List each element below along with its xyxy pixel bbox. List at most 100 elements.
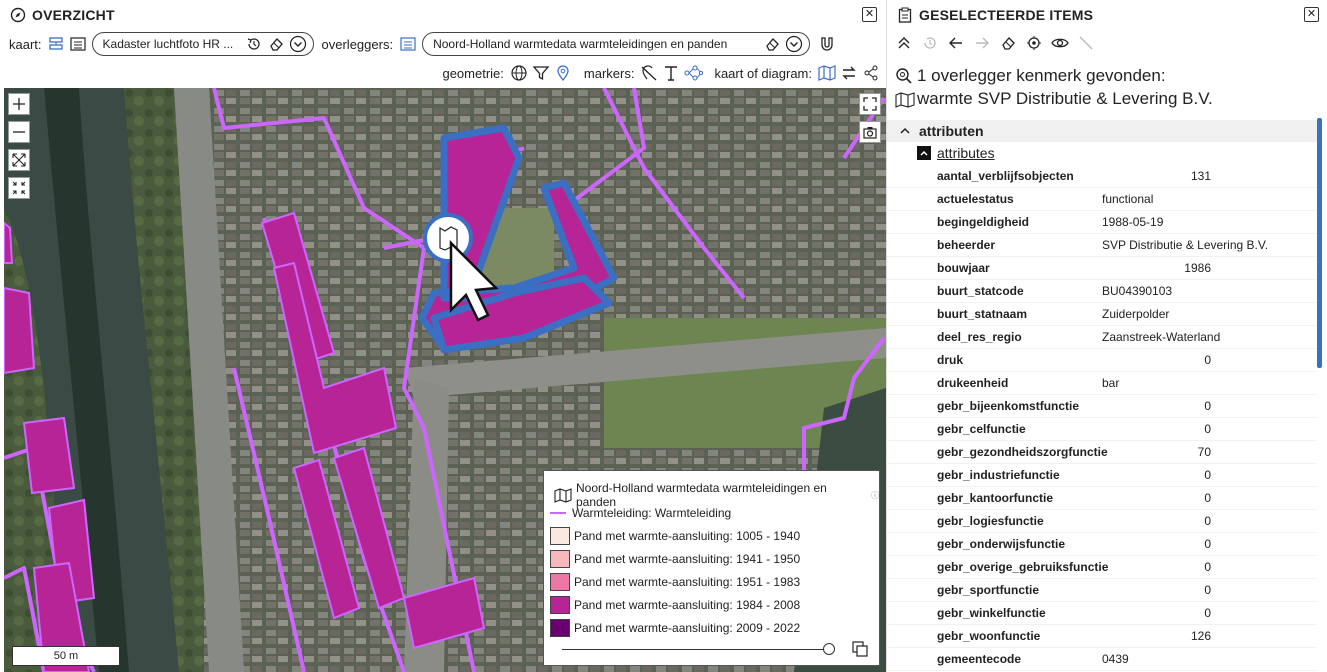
attribute-key: gebr_overige_gebruiksfunctie [937, 560, 1109, 574]
attribute-key: drukeenheid [937, 376, 1009, 390]
attribute-row: gebr_sportfunctie 0 [887, 579, 1317, 602]
zoom-out-button[interactable] [8, 121, 30, 143]
selection-eraser-icon[interactable] [997, 32, 1019, 54]
legend-swatch [550, 619, 570, 637]
attributes-link[interactable]: attributes [937, 145, 995, 161]
attribute-value: functional [1102, 192, 1154, 206]
attribute-value: BU04390103 [1102, 284, 1173, 298]
history-icon[interactable] [243, 33, 265, 55]
share-icon[interactable] [860, 62, 882, 84]
attribute-value: 0 [1204, 537, 1211, 551]
attribute-key: gebr_sportfunctie [937, 583, 1040, 597]
attribute-row: gebr_celfunctie 0 [887, 418, 1317, 441]
attribute-row: gebr_winkelfunctie 0 [887, 602, 1317, 625]
overlay-list-icon[interactable] [397, 33, 419, 55]
overlay-select[interactable]: Noord-Holland warmtedata warmteleidingen… [422, 32, 811, 56]
map-toolbar: kaart: Kadaster luchtfoto HR ... overleg… [0, 30, 886, 58]
attribute-key: deel_res_regio [937, 330, 1022, 344]
legend-line-label: Warmteleiding: Warmteleiding [572, 506, 732, 520]
magnet-icon[interactable] [816, 33, 838, 55]
close-selected-button[interactable]: ✕ [1304, 7, 1319, 22]
close-overview-button[interactable]: ✕ [862, 7, 877, 22]
attribute-row: beheerder SVP Distributie & Levering B.V. [887, 234, 1317, 257]
attribute-value: bar [1102, 376, 1120, 390]
attribute-row: gebr_logiesfunctie 0 [887, 510, 1317, 533]
attribute-value: 126 [1190, 629, 1211, 643]
copy-icon[interactable] [852, 641, 868, 660]
fullscreen-button[interactable] [859, 93, 881, 115]
selected-items-panel: GESELECTEERDE ITEMS ✕ 1 overlegger kenme… [886, 0, 1327, 672]
list-icon[interactable] [67, 33, 89, 55]
layers-icon[interactable] [45, 33, 67, 55]
zoom-in-button[interactable] [8, 93, 30, 115]
zoom-extent-button[interactable] [8, 149, 30, 171]
chevron-up-icon [899, 125, 911, 137]
attributen-label: attributen [919, 123, 984, 139]
attribute-row: buurt_statnaam Zuiderpolder [887, 303, 1317, 326]
eye-icon[interactable] [1049, 32, 1071, 54]
overview-titlebar: OVERZICHT [0, 0, 886, 30]
target-icon[interactable] [1023, 32, 1045, 54]
attributen-section[interactable]: attributen [887, 120, 1317, 142]
attribute-key: actuelestatus [937, 192, 1014, 206]
kaart-label: kaart: [9, 36, 42, 52]
opacity-slider[interactable] [562, 649, 830, 650]
line-disabled-icon [1075, 32, 1097, 54]
overview-title: OVERZICHT [32, 7, 115, 23]
opacity-slider-handle[interactable] [823, 643, 835, 655]
scrollbar[interactable] [1317, 118, 1322, 368]
swap-icon[interactable] [838, 62, 860, 84]
attribute-key: gebr_gezondheidszorgfunctie [937, 445, 1108, 459]
attribute-value: 0 [1204, 399, 1211, 413]
location-pin-icon[interactable] [552, 62, 574, 84]
legend-swatch [550, 527, 570, 545]
overlay-eraser-icon[interactable] [761, 33, 783, 55]
attributes-table: aantal_verblijfsobjecten 131 actuelestatus… [887, 165, 1317, 671]
attribute-value: 131 [1190, 169, 1211, 183]
attribute-row: drukeenheid bar [887, 372, 1317, 395]
map-icon[interactable] [816, 62, 838, 84]
filter-icon[interactable] [530, 62, 552, 84]
attribute-key: gebr_industriefunctie [937, 468, 1060, 482]
attribute-value: 0 [1204, 422, 1211, 436]
overlay-chevron-down-icon[interactable] [783, 33, 805, 55]
legend-item-label: Pand met warmte-aansluiting: 1951 - 1983 [574, 575, 801, 589]
legend-swatch [550, 573, 570, 591]
attribute-value: Zaanstreek-Waterland [1102, 330, 1221, 344]
zoom-selection-button[interactable] [8, 177, 30, 199]
eraser-icon[interactable] [265, 33, 287, 55]
geometrie-label: geometrie: [442, 65, 504, 81]
selection-toolbar [887, 30, 1101, 56]
camera-button[interactable] [859, 121, 881, 143]
attribute-row: deel_res_regio Zaanstreek-Waterland [887, 326, 1317, 349]
attribute-key: buurt_statcode [937, 284, 1024, 298]
clipboard-icon [897, 7, 913, 23]
legend-info-icon[interactable]: ⓘ [871, 490, 879, 501]
basemap-select[interactable]: Kadaster luchtfoto HR ... [91, 32, 314, 56]
attribute-key: begingeldigheid [937, 215, 1029, 229]
legend-swatch [550, 550, 570, 568]
globe-icon[interactable] [508, 62, 530, 84]
attribute-value: 0 [1204, 491, 1211, 505]
selected-titlebar: GESELECTEERDE ITEMS [887, 0, 1327, 30]
collapse-icon[interactable] [917, 146, 931, 160]
marker-off-icon[interactable] [638, 62, 660, 84]
attribute-key: druk [937, 353, 964, 367]
chevron-up-double-icon[interactable] [893, 32, 915, 54]
found-line1: 1 overlegger kenmerk gevonden: [917, 66, 1166, 85]
network-icon[interactable] [682, 62, 704, 84]
attribute-value: SVP Distributie & Levering B.V. [1102, 238, 1269, 252]
chevron-down-icon[interactable] [287, 33, 309, 55]
scale-bar: 50 m [12, 646, 120, 666]
legend-item: Pand met warmte-aansluiting: 2009 - 2022 [550, 618, 800, 638]
found-line2: warmte SVP Distributie & Levering B.V. [917, 89, 1213, 108]
attribute-value: 70 [1197, 445, 1211, 459]
arrow-left-icon[interactable] [945, 32, 967, 54]
map-toolbar-secondary: geometrie: markers: kaart of diagram: [442, 60, 882, 86]
attributes-subsection[interactable]: attributes [917, 145, 995, 161]
legend-item: Pand met warmte-aansluiting: 1941 - 1950 [550, 549, 800, 569]
attribute-row: buurt_statcode BU04390103 [887, 280, 1317, 303]
legend-item-label: Pand met warmte-aansluiting: 1941 - 1950 [574, 552, 801, 566]
text-icon[interactable] [660, 62, 682, 84]
kaart-diagram-label: kaart of diagram: [714, 65, 812, 81]
